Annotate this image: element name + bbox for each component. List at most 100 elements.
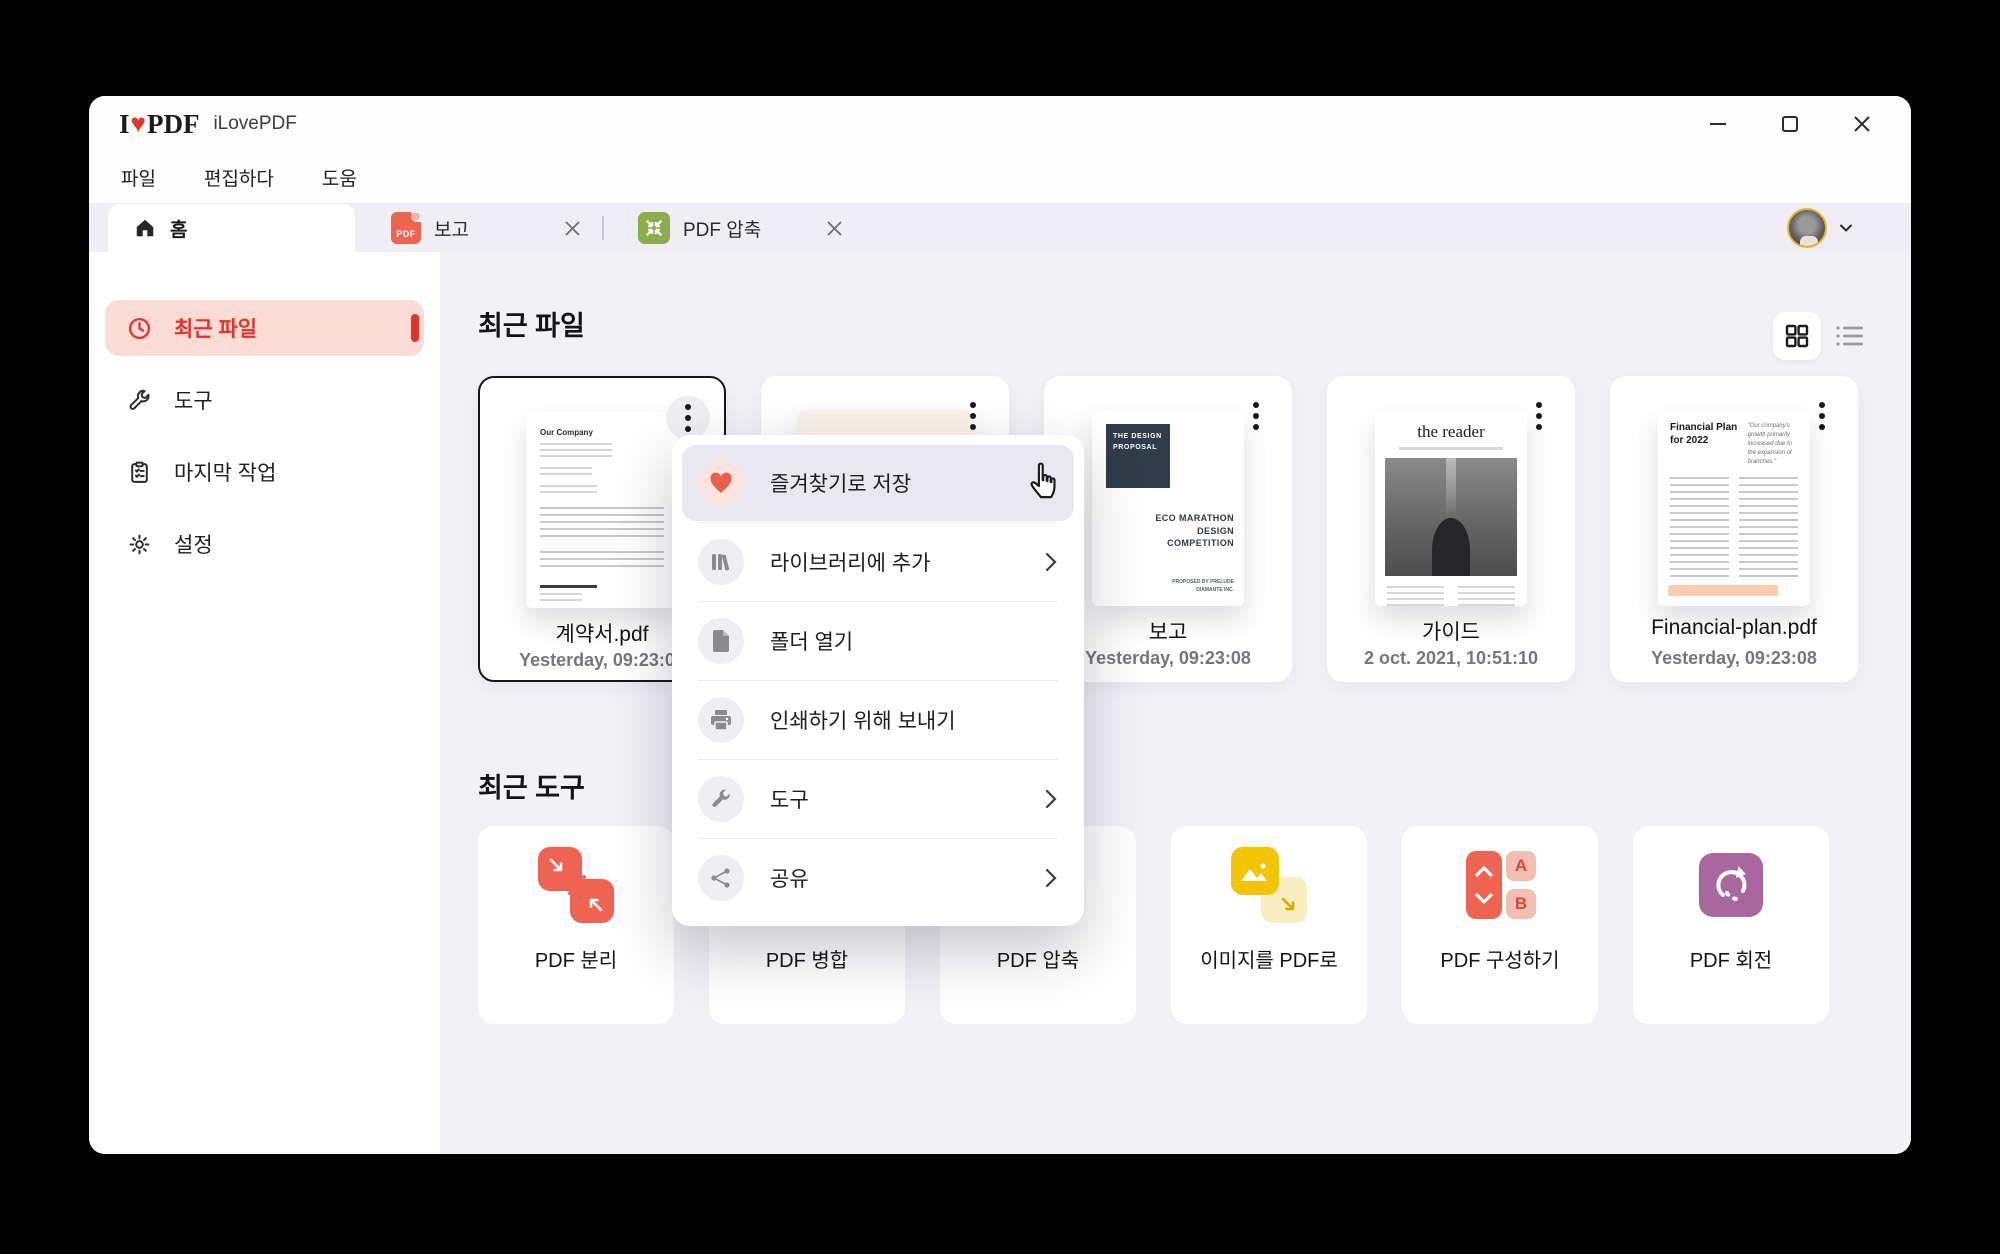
pdf-file-icon: PDF xyxy=(391,212,421,244)
tab-report-label: 보고 xyxy=(434,219,469,241)
kebab-menu-icon[interactable] xyxy=(1517,394,1561,438)
image-to-pdf-icon xyxy=(1231,847,1307,923)
file-name: Financial-plan.pdf xyxy=(1651,616,1817,639)
thumb-financial-title: Financial Plan for 2022 xyxy=(1670,422,1738,446)
sidebar-label: 설정 xyxy=(174,534,213,557)
grid-view-icon[interactable] xyxy=(1773,312,1821,360)
tool-label: 이미지를 PDF로 xyxy=(1200,950,1338,972)
chevron-right-icon xyxy=(1045,868,1057,888)
tool-split-pdf[interactable]: PDF 분리 xyxy=(478,826,674,1024)
tab-report[interactable]: PDF 보고 xyxy=(367,204,552,252)
file-date: Yesterday, 09:23:08 xyxy=(1651,648,1817,668)
menu-file[interactable]: 파일 xyxy=(121,164,156,191)
wrench-icon xyxy=(712,789,730,808)
file-thumbnail: THE DESIGN PROPOSAL ECO MARATHON DESIGN … xyxy=(1092,410,1244,606)
tab-compress[interactable]: PDF 압축 xyxy=(614,204,814,252)
title-bar: I ♥ PDF iLovePDF xyxy=(89,96,1911,152)
context-menu-item-open-folder[interactable]: 폴더 열기 xyxy=(682,603,1074,679)
menu-item-label: 폴더 열기 xyxy=(770,631,854,654)
account-menu[interactable] xyxy=(1787,208,1855,248)
context-menu-item-save-favorite[interactable]: 즐겨찾기로 저장 xyxy=(682,445,1074,521)
file-thumbnail: the reader xyxy=(1375,410,1527,606)
kebab-menu-icon[interactable] xyxy=(951,394,995,438)
chevron-right-icon xyxy=(1045,552,1057,572)
sidebar-item-last-tasks[interactable]: 마지막 작업 xyxy=(105,444,424,500)
file-card-guide[interactable]: the reader 가이드 2 oct. 2021, 10:51:10 xyxy=(1327,376,1575,682)
thumb-company-text: Our Company xyxy=(540,428,593,437)
main-content: 최근 파일 Our Company 계약서.pdf Yesterday, 09:… xyxy=(440,252,1911,1154)
sidebar-label: 마지막 작업 xyxy=(174,462,277,485)
menu-edit[interactable]: 편집하다 xyxy=(204,164,274,191)
thumb-eco-text: ECO MARATHON DESIGN COMPETITION xyxy=(1155,513,1234,549)
share-icon xyxy=(711,868,730,888)
app-window: I ♥ PDF iLovePDF 파일 편집하다 도움 홈 PDF 보고 PDF… xyxy=(89,96,1911,1154)
tab-compress-close-icon[interactable] xyxy=(814,208,854,248)
library-icon xyxy=(712,554,730,571)
sidebar-item-recent-files[interactable]: 최근 파일 xyxy=(105,300,424,356)
context-menu-item-tools[interactable]: 도구 xyxy=(682,761,1074,837)
menu-item-label: 즐겨찾기로 저장 xyxy=(770,473,912,496)
close-button[interactable] xyxy=(1849,111,1875,137)
chevron-right-icon xyxy=(1045,789,1057,809)
logo-pdf: PDF xyxy=(146,108,200,139)
rotate-pdf-icon xyxy=(1693,847,1769,923)
context-menu: 즐겨찾기로 저장 라이브러리에 추가 폴더 열기 인쇄하기 위해 보내기 도구 xyxy=(672,435,1084,926)
active-indicator xyxy=(411,314,419,342)
tool-label: PDF 병합 xyxy=(765,950,849,972)
tab-home-label: 홈 xyxy=(170,219,188,241)
menu-item-label: 공유 xyxy=(770,868,809,891)
heart-logo-icon: ♥ xyxy=(130,109,146,138)
tool-image-to-pdf[interactable]: 이미지를 PDF로 xyxy=(1171,826,1367,1024)
maximize-button[interactable] xyxy=(1777,111,1803,137)
tool-rotate-pdf[interactable]: PDF 회전 xyxy=(1633,826,1829,1024)
tab-report-close-icon[interactable] xyxy=(552,208,592,248)
menu-item-label: 인쇄하기 위해 보내기 xyxy=(770,710,956,733)
printer-icon xyxy=(711,710,731,731)
tab-compress-label: PDF 압축 xyxy=(683,219,762,241)
sidebar: 최근 파일 도구 마지막 작업 설정 xyxy=(89,252,440,1154)
file-thumbnail: Financial Plan for 2022 "Our company's g… xyxy=(1658,410,1810,606)
tab-strip: 홈 PDF 보고 PDF 압축 xyxy=(89,204,1911,252)
menu-help[interactable]: 도움 xyxy=(322,164,357,191)
thumb-reader-title: the reader xyxy=(1417,422,1485,441)
kebab-menu-icon[interactable] xyxy=(666,396,710,440)
file-name: 가이드 xyxy=(1422,621,1480,644)
sidebar-label: 최근 파일 xyxy=(174,318,258,341)
file-icon xyxy=(713,630,729,652)
letter-b: B xyxy=(1506,889,1536,919)
thumb-photo xyxy=(1385,458,1517,576)
tab-separator xyxy=(602,216,604,240)
tool-label: PDF 압축 xyxy=(996,950,1080,972)
context-menu-item-send-to-print[interactable]: 인쇄하기 위해 보내기 xyxy=(682,682,1074,758)
context-menu-item-share[interactable]: 공유 xyxy=(682,840,1074,916)
letter-a: A xyxy=(1506,851,1536,881)
minimize-button[interactable] xyxy=(1705,111,1731,137)
clipboard-icon xyxy=(131,461,148,483)
kebab-menu-icon[interactable] xyxy=(1800,394,1844,438)
file-thumbnail: Our Company xyxy=(526,412,678,608)
avatar[interactable] xyxy=(1787,208,1827,248)
menu-item-label: 도구 xyxy=(770,789,809,812)
thumb-financial-quote: "Our company's growth primarily increase… xyxy=(1747,423,1792,465)
kebab-menu-icon[interactable] xyxy=(1234,394,1278,438)
tool-label: PDF 분리 xyxy=(534,950,618,972)
split-pdf-icon xyxy=(538,847,614,923)
list-view-icon[interactable] xyxy=(1835,323,1865,349)
sidebar-item-settings[interactable]: 설정 xyxy=(105,516,424,572)
file-date: 2 oct. 2021, 10:51:10 xyxy=(1363,648,1539,668)
tab-home[interactable]: 홈 xyxy=(108,204,355,252)
heart-icon xyxy=(710,472,732,493)
logo-i: I xyxy=(119,108,130,139)
chevron-down-icon xyxy=(1840,224,1852,232)
organize-pdf-icon: A B xyxy=(1462,847,1538,923)
thumb-proposal-block: THE DESIGN PROPOSAL xyxy=(1106,424,1170,488)
tool-organize-pdf[interactable]: A B PDF 구성하기 xyxy=(1402,826,1598,1024)
file-card-financial[interactable]: Financial Plan for 2022 "Our company's g… xyxy=(1610,376,1858,682)
sidebar-label: 도구 xyxy=(174,390,213,413)
tool-label: PDF 구성하기 xyxy=(1440,950,1560,972)
sidebar-item-tools[interactable]: 도구 xyxy=(105,372,424,428)
thumb-highlight-strip xyxy=(1668,585,1778,596)
clock-icon xyxy=(128,317,151,339)
context-menu-item-add-to-library[interactable]: 라이브러리에 추가 xyxy=(682,524,1074,600)
ilovepdf-logo: I ♥ PDF xyxy=(119,109,199,140)
